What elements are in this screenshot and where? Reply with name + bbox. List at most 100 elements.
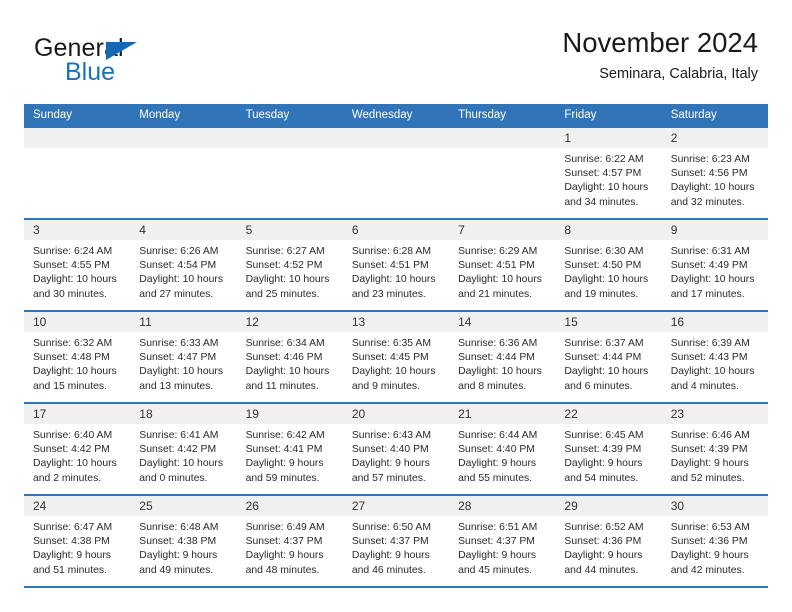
day-number: 23: [661, 404, 768, 424]
title-block: November 2024 Seminara, Calabria, Italy: [562, 27, 758, 83]
day-detail-line: Sunset: 4:40 PM: [351, 444, 429, 456]
day-detail-line: Sunset: 4:45 PM: [351, 352, 429, 364]
calendar-day-cell[interactable]: 29 Sunrise: 6:52 AM Sunset: 4:36 PM Dayligh…: [555, 494, 662, 588]
day-number: [24, 128, 131, 148]
calendar-day-cell[interactable]: 24 Sunrise: 6:47 AM Sunset: 4:38 PM Dayligh…: [24, 494, 131, 588]
calendar-day-cell[interactable]: 27 Sunrise: 6:50 AM Sunset: 4:37 PM Dayligh…: [342, 494, 450, 588]
day-detail-line: Sunrise: 6:22 AM: [564, 154, 644, 165]
calendar-day-cell[interactable]: 18 Sunrise: 6:41 AM Sunset: 4:42 PM Dayligh…: [130, 402, 237, 495]
day-detail-line: Sunset: 4:56 PM: [670, 168, 748, 180]
day-detail-line: Sunset: 4:37 PM: [351, 536, 429, 548]
calendar-day-cell[interactable]: 15 Sunrise: 6:37 AM Sunset: 4:44 PM Dayligh…: [555, 310, 662, 403]
calendar-day-cell[interactable]: 21 Sunrise: 6:44 AM Sunset: 4:40 PM Dayligh…: [449, 402, 556, 495]
day-detail-line: and 51 minutes.: [33, 564, 107, 576]
day-detail-line: Sunrise: 6:31 AM: [670, 246, 750, 257]
day-details: Sunrise: 6:34 AM Sunset: 4:46 PM Daylight:…: [237, 332, 343, 394]
day-detail-line: and 27 minutes.: [139, 288, 214, 300]
calendar-day-cell[interactable]: 28 Sunrise: 6:51 AM Sunset: 4:37 PM Dayligh…: [449, 494, 556, 588]
day-detail-line: Daylight: 10 hours: [670, 274, 755, 286]
calendar-day-cell[interactable]: 9 Sunrise: 6:31 AM Sunset: 4:49 PM Daylight…: [661, 218, 768, 311]
day-detail-line: Daylight: 10 hours: [564, 366, 649, 378]
calendar-header-row: Sunday Monday Tuesday Wednesday Thursday Frid…: [24, 104, 768, 127]
day-detail-line: Sunset: 4:50 PM: [564, 260, 642, 272]
calendar-day-cell[interactable]: 30 Sunrise: 6:53 AM Sunset: 4:36 PM Dayligh…: [661, 494, 768, 588]
day-cell-inner: [24, 128, 131, 218]
day-detail-line: Sunrise: 6:52 AM: [564, 522, 644, 533]
calendar-week-row: 24 Sunrise: 6:47 AM Sunset: 4:38 PM Dayligh…: [24, 494, 768, 588]
day-detail-line: and 17 minutes.: [670, 288, 745, 300]
day-details: Sunrise: 6:51 AM Sunset: 4:37 PM Daylight:…: [449, 516, 555, 578]
calendar-day-cell[interactable]: 8 Sunrise: 6:30 AM Sunset: 4:50 PM Daylight…: [555, 218, 662, 311]
calendar-day-cell[interactable]: 14 Sunrise: 6:36 AM Sunset: 4:44 PM Dayligh…: [449, 310, 556, 403]
day-detail-line: Daylight: 10 hours: [139, 274, 224, 286]
day-detail-line: Sunset: 4:42 PM: [139, 444, 217, 456]
calendar-day-cell[interactable]: 12 Sunrise: 6:34 AM Sunset: 4:46 PM Dayligh…: [236, 310, 343, 403]
day-details: [343, 148, 449, 153]
calendar-day-cell-empty: [449, 126, 556, 219]
day-number: 20: [342, 404, 450, 424]
calendar-grid: Sunday Monday Tuesday Wednesday Thursday Frid…: [24, 104, 768, 588]
calendar-day-cell[interactable]: 11 Sunrise: 6:33 AM Sunset: 4:47 PM Dayligh…: [130, 310, 237, 403]
day-number: 24: [24, 496, 131, 516]
day-cell-inner: 30 Sunrise: 6:53 AM Sunset: 4:36 PM Dayligh…: [661, 496, 768, 586]
day-detail-line: and 45 minutes.: [458, 564, 533, 576]
calendar-week-row: 1 Sunrise: 6:22 AM Sunset: 4:57 PM Daylight…: [24, 126, 768, 219]
calendar-day-cell[interactable]: 6 Sunrise: 6:28 AM Sunset: 4:51 PM Daylight…: [342, 218, 450, 311]
day-detail-line: Sunrise: 6:27 AM: [245, 246, 325, 257]
calendar-day-cell[interactable]: 16 Sunrise: 6:39 AM Sunset: 4:43 PM Dayligh…: [661, 310, 768, 403]
calendar-day-cell[interactable]: 10 Sunrise: 6:32 AM Sunset: 4:48 PM Dayligh…: [24, 310, 131, 403]
calendar-day-cell[interactable]: 2 Sunrise: 6:23 AM Sunset: 4:56 PM Daylight…: [661, 126, 768, 219]
day-detail-line: Sunset: 4:43 PM: [670, 352, 748, 364]
day-cell-inner: 21 Sunrise: 6:44 AM Sunset: 4:40 PM Dayligh…: [449, 404, 556, 494]
day-number: 25: [130, 496, 237, 516]
calendar-day-cell[interactable]: 26 Sunrise: 6:49 AM Sunset: 4:37 PM Dayligh…: [236, 494, 343, 588]
calendar-day-cell[interactable]: 7 Sunrise: 6:29 AM Sunset: 4:51 PM Daylight…: [449, 218, 556, 311]
day-cell-inner: 2 Sunrise: 6:23 AM Sunset: 4:56 PM Daylight…: [661, 128, 768, 218]
day-number: 28: [449, 496, 556, 516]
day-detail-line: Daylight: 10 hours: [245, 366, 330, 378]
day-detail-line: Sunset: 4:36 PM: [564, 536, 642, 548]
calendar-day-cell[interactable]: 23 Sunrise: 6:46 AM Sunset: 4:39 PM Dayligh…: [661, 402, 768, 495]
day-number: 12: [236, 312, 343, 332]
calendar-day-cell[interactable]: 19 Sunrise: 6:42 AM Sunset: 4:41 PM Dayligh…: [236, 402, 343, 495]
day-detail-line: Sunset: 4:36 PM: [670, 536, 748, 548]
day-detail-line: Sunrise: 6:35 AM: [351, 338, 431, 349]
general-blue-logo[interactable]: General Blue: [34, 36, 214, 96]
calendar-day-cell[interactable]: 13 Sunrise: 6:35 AM Sunset: 4:45 PM Dayligh…: [342, 310, 450, 403]
day-detail-line: Daylight: 9 hours: [139, 550, 218, 562]
day-cell-inner: 27 Sunrise: 6:50 AM Sunset: 4:37 PM Dayligh…: [342, 496, 450, 586]
day-detail-line: and 30 minutes.: [33, 288, 107, 300]
day-detail-line: Daylight: 10 hours: [458, 366, 542, 378]
masthead: General Blue November 2024 Seminara, Cal…: [34, 27, 758, 100]
calendar-day-cell[interactable]: 17 Sunrise: 6:40 AM Sunset: 4:42 PM Dayligh…: [24, 402, 131, 495]
day-details: Sunrise: 6:32 AM Sunset: 4:48 PM Daylight:…: [24, 332, 130, 394]
day-details: Sunrise: 6:26 AM Sunset: 4:54 PM Daylight:…: [130, 240, 236, 302]
day-detail-line: Daylight: 9 hours: [458, 458, 537, 470]
calendar-day-cell[interactable]: 20 Sunrise: 6:43 AM Sunset: 4:40 PM Dayligh…: [342, 402, 450, 495]
day-details: Sunrise: 6:44 AM Sunset: 4:40 PM Daylight:…: [449, 424, 555, 486]
calendar-day-cell[interactable]: 25 Sunrise: 6:48 AM Sunset: 4:38 PM Dayligh…: [130, 494, 237, 588]
day-detail-line: Daylight: 10 hours: [564, 182, 649, 194]
day-detail-line: Sunrise: 6:42 AM: [245, 430, 325, 441]
day-cell-inner: 3 Sunrise: 6:24 AM Sunset: 4:55 PM Daylight…: [24, 220, 131, 310]
day-number: 18: [130, 404, 237, 424]
calendar-day-cell[interactable]: 1 Sunrise: 6:22 AM Sunset: 4:57 PM Daylight…: [555, 126, 662, 219]
day-detail-line: Daylight: 10 hours: [139, 458, 224, 470]
day-detail-line: Daylight: 10 hours: [33, 274, 117, 286]
day-detail-line: and 32 minutes.: [670, 196, 745, 208]
day-number: 2: [661, 128, 768, 148]
calendar-day-cell[interactable]: 3 Sunrise: 6:24 AM Sunset: 4:55 PM Daylight…: [24, 218, 131, 311]
calendar-week-row: 17 Sunrise: 6:40 AM Sunset: 4:42 PM Dayligh…: [24, 402, 768, 495]
day-detail-line: Daylight: 10 hours: [564, 274, 649, 286]
logo-text-blue: Blue: [65, 58, 116, 86]
calendar-day-cell[interactable]: 4 Sunrise: 6:26 AM Sunset: 4:54 PM Daylight…: [130, 218, 237, 311]
calendar-day-cell[interactable]: 22 Sunrise: 6:45 AM Sunset: 4:39 PM Dayligh…: [555, 402, 662, 495]
day-number: [130, 128, 237, 148]
calendar-day-cell[interactable]: 5 Sunrise: 6:27 AM Sunset: 4:52 PM Daylight…: [236, 218, 343, 311]
day-detail-line: and 9 minutes.: [351, 380, 421, 392]
day-number: 26: [236, 496, 343, 516]
day-cell-inner: 22 Sunrise: 6:45 AM Sunset: 4:39 PM Dayligh…: [555, 404, 662, 494]
day-details: Sunrise: 6:46 AM Sunset: 4:39 PM Daylight:…: [662, 424, 768, 486]
calendar-body: 1 Sunrise: 6:22 AM Sunset: 4:57 PM Daylight…: [24, 126, 768, 588]
day-detail-line: and 0 minutes.: [139, 472, 208, 484]
